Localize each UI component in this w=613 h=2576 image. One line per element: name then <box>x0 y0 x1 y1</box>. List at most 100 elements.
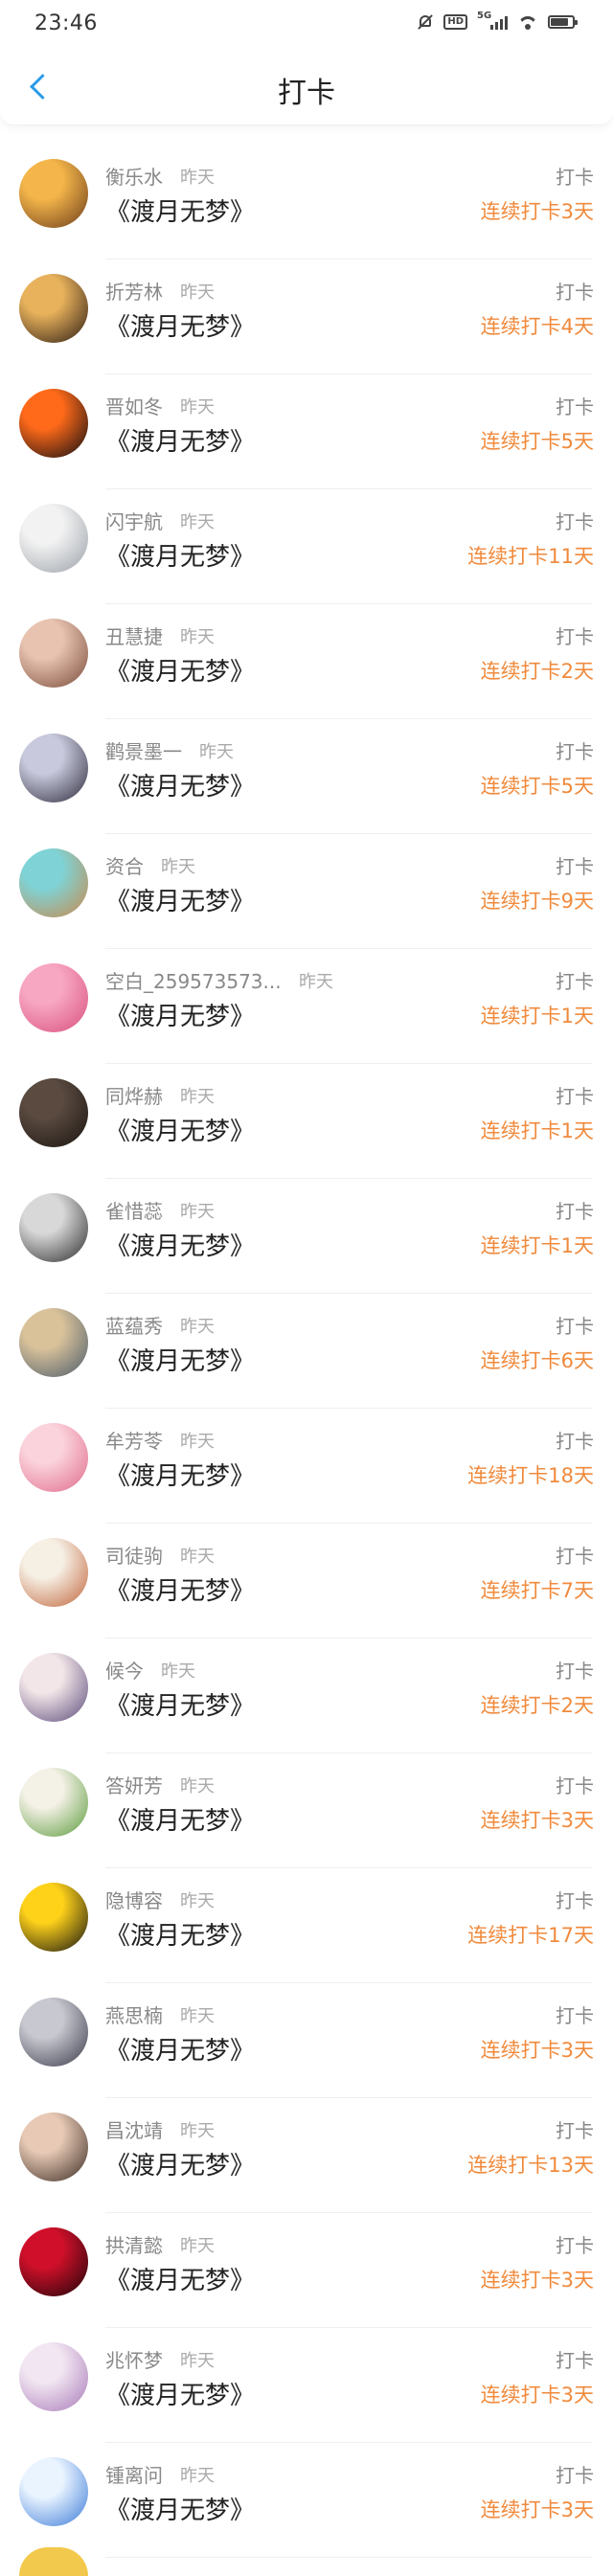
avatar[interactable] <box>19 963 88 1032</box>
book-title[interactable]: 《渡月无梦》 <box>105 2261 255 2296</box>
list-item[interactable]: 衡乐水 昨天《渡月无梦》 打卡连续打卡3天 <box>0 145 613 260</box>
avatar[interactable] <box>19 389 88 458</box>
book-title[interactable]: 《渡月无梦》 <box>105 997 255 1032</box>
list-item[interactable]: 折芳林 昨天 《渡月无梦》 打卡 连续打卡4天 <box>0 260 613 374</box>
list-item[interactable]: 蓝蕴秀 昨天 《渡月无梦》 打卡 连续打卡6天 <box>0 1294 613 1409</box>
book-title[interactable]: 《渡月无梦》 <box>105 2031 255 2067</box>
action-label: 打卡 <box>556 970 594 993</box>
avatar[interactable] <box>19 734 88 802</box>
avatar[interactable] <box>19 1998 88 2067</box>
list-item[interactable]: 同烨赫 昨天 《渡月无梦》 打卡 连续打卡1天 <box>0 1064 613 1179</box>
user-name[interactable]: 牟芳苓 <box>105 1426 163 1454</box>
avatar[interactable] <box>19 159 88 228</box>
list-item[interactable]: 燕思楠 昨天 《渡月无梦》 打卡 连续打卡3天 <box>0 1983 613 2098</box>
book-title[interactable]: 《渡月无梦》 <box>105 1457 255 1492</box>
book-title[interactable]: 《渡月无梦》 <box>105 2376 255 2411</box>
list-item[interactable]: 隐博容 昨天 《渡月无梦》 打卡 连续打卡17天 <box>0 1868 613 1983</box>
list-item[interactable]: 拱清懿 昨天 《渡月无梦》 打卡 连续打卡3天 <box>0 2213 613 2328</box>
book-title[interactable]: 《渡月无梦》 <box>105 1571 255 1607</box>
book-title[interactable]: 《渡月无梦》 <box>105 767 255 802</box>
checkin-time: 昨天 <box>180 282 215 303</box>
action-label: 打卡 <box>556 1085 594 1108</box>
user-name[interactable]: 雀惜蕊 <box>105 1196 163 1224</box>
book-title[interactable]: 《渡月无梦》 <box>105 1342 255 1377</box>
avatar[interactable] <box>19 1883 88 1952</box>
list-item[interactable]: 牟芳苓 昨天 《渡月无梦》 打卡 连续打卡18天 <box>0 1409 613 1524</box>
avatar[interactable] <box>19 2342 88 2411</box>
avatar[interactable] <box>19 2227 88 2296</box>
avatar[interactable] <box>19 1538 88 1607</box>
book-title[interactable]: 《渡月无梦》 <box>105 422 255 458</box>
book-title[interactable]: 《渡月无梦》 <box>105 652 255 688</box>
streak-label: 连续打卡2天 <box>480 660 594 683</box>
user-name[interactable]: 同烨赫 <box>105 1081 163 1109</box>
book-title[interactable]: 《渡月无梦》 <box>105 192 255 228</box>
list-item[interactable]: 鹳景墨一 昨天 《渡月无梦》 打卡 连续打卡5天 <box>0 719 613 834</box>
checkin-time: 昨天 <box>180 168 215 188</box>
user-name[interactable]: 资合 <box>105 851 144 879</box>
user-name[interactable]: 昌沈靖 <box>105 2115 163 2143</box>
list-item[interactable]: 晋如冬 昨天 《渡月无梦》 打卡 连续打卡5天 <box>0 374 613 489</box>
avatar[interactable] <box>19 2457 88 2526</box>
avatar[interactable] <box>19 274 88 343</box>
user-name[interactable]: 答妍芳 <box>105 1771 163 1798</box>
user-name[interactable]: 晋如冬 <box>105 392 163 419</box>
list-item[interactable]: 闪宇航 昨天 《渡月无梦》 打卡 连续打卡11天 <box>0 489 613 604</box>
book-title[interactable]: 《渡月无梦》 <box>105 1227 255 1262</box>
book-title[interactable]: 《渡月无梦》 <box>105 537 255 573</box>
avatar[interactable] <box>19 2113 88 2181</box>
status-time: 23:46 <box>34 11 98 35</box>
book-title[interactable]: 《渡月无梦》 <box>105 1112 255 1147</box>
streak-label: 连续打卡3天 <box>480 2269 594 2292</box>
user-name[interactable]: 隐博容 <box>105 1886 163 1913</box>
user-name[interactable]: 司徒驹 <box>105 1541 163 1569</box>
streak-label: 连续打卡7天 <box>480 1579 594 1602</box>
user-name[interactable]: 折芳林 <box>105 277 163 305</box>
avatar[interactable] <box>19 1768 88 1837</box>
user-name[interactable]: 拱清懿 <box>105 2230 163 2258</box>
streak-label: 连续打卡3天 <box>480 200 594 223</box>
list-item[interactable]: 空白_259573573... 昨天 《渡月无梦》 打卡 连续打卡1天 <box>0 949 613 1064</box>
user-name[interactable]: 鹳景墨一 <box>105 736 182 764</box>
page-title: 打卡 <box>278 77 335 110</box>
avatar[interactable] <box>19 504 88 573</box>
user-name[interactable]: 候今 <box>105 1656 144 1683</box>
book-title[interactable]: 《渡月无梦》 <box>105 2146 255 2181</box>
book-title[interactable]: 《渡月无梦》 <box>105 2491 255 2526</box>
checkin-time: 昨天 <box>180 2351 215 2371</box>
user-name[interactable]: 衡乐水 <box>105 162 163 190</box>
user-name[interactable]: 闪宇航 <box>105 507 163 534</box>
checkin-time: 昨天 <box>180 1776 215 1796</box>
avatar[interactable] <box>19 1653 88 1722</box>
avatar[interactable] <box>19 1193 88 1262</box>
book-title[interactable]: 《渡月无梦》 <box>105 1801 255 1837</box>
book-title[interactable]: 《渡月无梦》 <box>105 1686 255 1722</box>
list-item[interactable]: 丑慧捷 昨天 《渡月无梦》 打卡 连续打卡2天 <box>0 604 613 719</box>
avatar[interactable] <box>19 619 88 688</box>
book-title[interactable]: 《渡月无梦》 <box>105 1916 255 1952</box>
user-name[interactable]: 燕思楠 <box>105 2000 163 2028</box>
list-item[interactable]: 资合 昨天 《渡月无梦》 打卡 连续打卡9天 <box>0 834 613 949</box>
user-name[interactable]: 丑慧捷 <box>105 621 163 649</box>
checkin-time: 昨天 <box>299 972 333 992</box>
user-name[interactable]: 兆怀梦 <box>105 2345 163 2373</box>
user-name[interactable]: 蓝蕴秀 <box>105 1311 163 1339</box>
list-item[interactable]: 司徒驹 昨天 《渡月无梦》 打卡 连续打卡7天 <box>0 1524 613 1638</box>
list-item[interactable]: 雀惜蕊 昨天 《渡月无梦》 打卡 连续打卡1天 <box>0 1179 613 1294</box>
avatar[interactable] <box>19 1423 88 1492</box>
avatar[interactable] <box>19 848 88 917</box>
user-name[interactable]: 空白_259573573... <box>105 966 282 994</box>
book-title[interactable]: 《渡月无梦》 <box>105 307 255 343</box>
book-title[interactable]: 《渡月无梦》 <box>105 882 255 917</box>
user-name[interactable]: 锺离问 <box>105 2460 163 2488</box>
signal-icon: 5G <box>477 11 508 30</box>
avatar[interactable] <box>19 1308 88 1377</box>
list-item[interactable]: 候今 昨天 《渡月无梦》 打卡 连续打卡2天 <box>0 1638 613 1753</box>
list-item[interactable]: 兆怀梦 昨天 《渡月无梦》 打卡 连续打卡3天 <box>0 2328 613 2443</box>
list-item[interactable]: 锺离问 昨天 《渡月无梦》 打卡 连续打卡3天 <box>0 2443 613 2558</box>
avatar[interactable] <box>19 1078 88 1147</box>
action-label: 打卡 <box>556 166 594 189</box>
streak-label: 连续打卡13天 <box>467 2154 594 2177</box>
list-item[interactable]: 昌沈靖 昨天 《渡月无梦》 打卡 连续打卡13天 <box>0 2098 613 2213</box>
list-item[interactable]: 答妍芳 昨天 《渡月无梦》 打卡 连续打卡3天 <box>0 1753 613 1868</box>
